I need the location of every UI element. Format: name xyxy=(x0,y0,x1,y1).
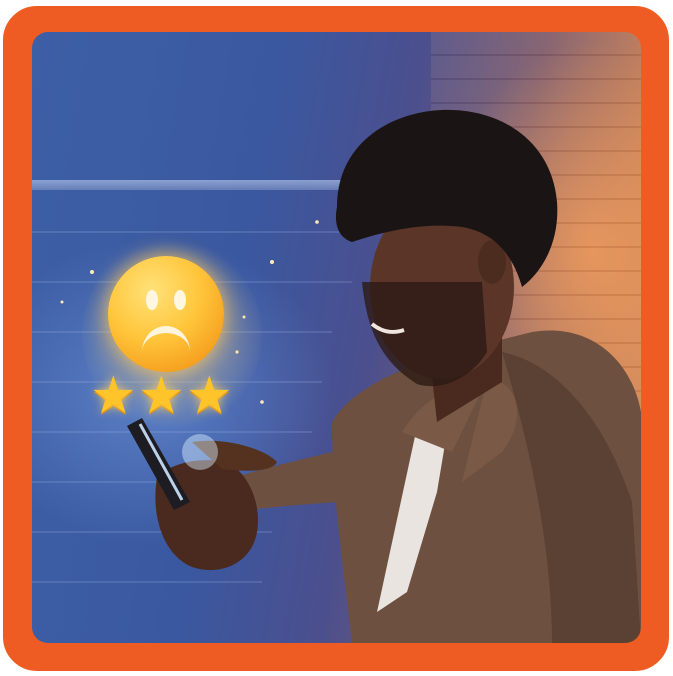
right-eye xyxy=(174,290,186,310)
left-eye xyxy=(146,290,158,310)
star-icon: ★ xyxy=(186,367,233,425)
photo: ★ ★ ★ xyxy=(32,32,641,643)
star-icon: ★ xyxy=(90,367,137,425)
star-icon: ★ xyxy=(138,367,185,425)
rating-overlay: ★ ★ ★ xyxy=(82,240,262,430)
sad-face-icon xyxy=(108,256,224,372)
frown xyxy=(142,326,190,352)
